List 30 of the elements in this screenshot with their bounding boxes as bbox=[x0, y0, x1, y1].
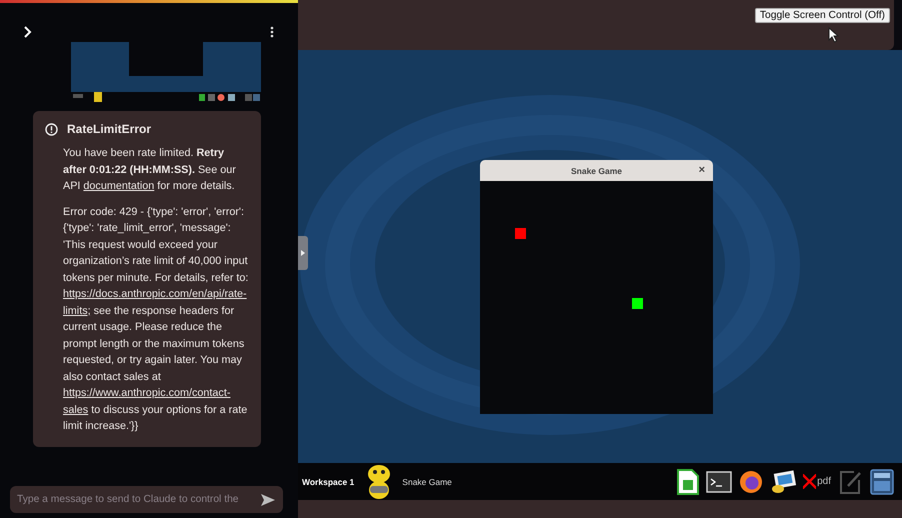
workspace-label[interactable]: Workspace 1 bbox=[302, 476, 354, 486]
calculator-icon[interactable] bbox=[870, 468, 894, 494]
terminal-icon[interactable] bbox=[706, 470, 732, 492]
message-composer[interactable]: Type a message to send to Claude to control the bbox=[10, 486, 283, 513]
window-title: Snake Game bbox=[570, 166, 622, 176]
error-message: Error code: 429 - {'type': 'error', 'error': {'type': 'rate_limit_error', 'message': 'This request would exceed your organization’s rate limit of 40,000 input tokens per minute. For details, refer to: https://docs.anthropic.com/en/api/rate- limits; see the response headers for current usage. Please reduce the prompt length or the maximum tokens requested, or try again later. You may also contact sales at https://www.anthropic.com/contact- sales to discuss your options for a rate limit increase.'}} bbox=[63, 204, 249, 434]
pdf-icon[interactable]: pdf bbox=[803, 474, 832, 489]
close-button[interactable]: × bbox=[698, 164, 705, 176]
browser-icon[interactable] bbox=[739, 470, 764, 494]
taskbar-window-title[interactable]: Snake Game bbox=[402, 476, 452, 486]
chevron-icon[interactable] bbox=[24, 26, 32, 38]
cursor-icon bbox=[828, 27, 839, 43]
link[interactable]: limits; bbox=[63, 304, 91, 316]
link[interactable]: documentation bbox=[83, 180, 154, 192]
toggle-screen-control-button[interactable]: Toggle Screen Control (Off) bbox=[754, 8, 890, 23]
link[interactable]: sales bbox=[63, 404, 88, 416]
message-field[interactable]: Type a message to send to Claude to control the bbox=[17, 494, 255, 505]
spreadsheet-icon[interactable] bbox=[677, 468, 700, 494]
error-title: RateLimitError bbox=[67, 122, 152, 136]
image-viewer-icon[interactable] bbox=[770, 470, 796, 494]
send-icon[interactable] bbox=[261, 494, 275, 506]
link[interactable]: https://docs.anthropic.com/en/api/rate- bbox=[63, 288, 247, 300]
alert-icon bbox=[45, 122, 58, 136]
food-square bbox=[515, 228, 526, 239]
more-icon[interactable] bbox=[270, 26, 274, 38]
error-message: You have been rate limited. Retry after 0:01:22 (HH:MM:SS). See our API documentation for more details. bbox=[63, 146, 237, 194]
panel-handle[interactable] bbox=[298, 236, 308, 270]
link[interactable]: https://www.anthropic.com/contact- bbox=[63, 387, 230, 399]
snake-segment bbox=[632, 298, 643, 309]
edit-icon[interactable] bbox=[839, 470, 863, 494]
